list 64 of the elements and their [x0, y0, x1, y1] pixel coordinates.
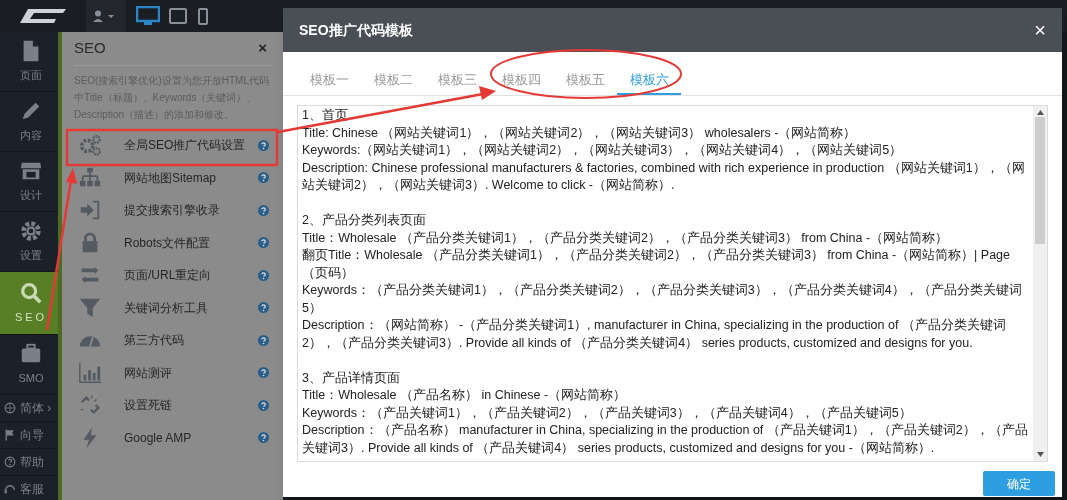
menu-item[interactable]: Robots文件配置: [74, 226, 273, 259]
menu-item[interactable]: 页面/URL重定向: [74, 259, 273, 292]
template-line: Keywords：（产品分类关键词1），（产品分类关键词2），（产品分类关键词3），（产品分类关键词4），（产品分类关键词5）: [302, 282, 1023, 317]
tab[interactable]: 模板四: [489, 67, 553, 95]
template-line: Keywords：（产品关键词1），（产品关键词2），（产品关键词3），（产品关键词4），（产品关键词5）: [302, 404, 913, 422]
help-icon: [3, 455, 17, 469]
help-icon[interactable]: [258, 237, 269, 249]
flag-icon: [3, 428, 17, 442]
tab[interactable]: 模板五: [553, 67, 617, 95]
help-icon[interactable]: [258, 204, 269, 216]
template-line: Description：（网站简称） -（产品分类关键词1）, manufacturer in China, specializing in the production of （产品分类关键词2），（产品分类关键词3）. Provide all kinds of （产品分类关键词4） series products, customized and designs for you.: [302, 317, 1007, 352]
template-line: Title: Chinese （网站关键词1），（网站关键词2），（网站关键词3） wholesalers -（网站简称）: [302, 124, 858, 142]
menu-item[interactable]: 设置死链: [74, 389, 273, 422]
scrollbar[interactable]: [1033, 106, 1047, 461]
menu-item-label: 网站地图Sitemap: [124, 169, 218, 187]
dialog-title: SEO推广代码模板: [299, 20, 413, 40]
close-button[interactable]: ×: [1034, 20, 1046, 40]
template-line: Description: Chinese professional manufacturers & factories, combined with rich experience in production （网站关键词1），（网站关键词2），（网站关键词3）. Welcome to click -（网站简称）.: [302, 159, 1026, 194]
menu-item[interactable]: 全局SEO推广代码设置: [74, 129, 273, 162]
help-icon[interactable]: [258, 399, 269, 411]
menu-item-label: 页面/URL重定向: [124, 267, 213, 285]
ok-button[interactable]: 确定: [983, 471, 1055, 496]
help-icon[interactable]: [258, 432, 269, 444]
tab[interactable]: 模板三: [425, 67, 489, 95]
help-icon[interactable]: [258, 139, 269, 151]
menu-item[interactable]: 提交搜索引擎收录: [74, 194, 273, 227]
scroll-up-icon[interactable]: [1036, 110, 1044, 115]
help-icon[interactable]: [258, 334, 269, 346]
phone-icon[interactable]: [198, 7, 208, 25]
desktop-icon[interactable]: [136, 6, 160, 26]
bar-chart-icon: [78, 360, 102, 385]
menu-item-label: Robots文件配置: [124, 234, 212, 252]
close-button[interactable]: ×: [258, 37, 267, 60]
menu-item[interactable]: 关键词分析工具: [74, 291, 273, 324]
menu-item[interactable]: Google AMP: [74, 421, 273, 454]
template-line: Description：（产品名称） manufacturer in China, specializing in the production of （产品关键词1），（产品关键词2），（产品关键词3）. Provide all kinds of （产品关键词4） series products, customized and designs for you -（网站简称）.: [302, 422, 1029, 457]
template-line: 翻页Title：Wholesale （产品分类关键词1），（产品分类关键词2），（产品分类关键词3） from China -（网站简称）| Page （页码）: [302, 247, 1011, 282]
tablet-icon[interactable]: [169, 8, 187, 24]
menu-item-label: 网站测评: [124, 364, 173, 382]
tab[interactable]: 模板二: [361, 67, 425, 95]
panel-title: SEO: [74, 38, 106, 59]
help-icon[interactable]: [258, 367, 269, 379]
menu-item-label: 设置死链: [124, 397, 173, 415]
help-icon[interactable]: [258, 269, 269, 281]
section-heading: 3、产品详情页面: [302, 369, 401, 387]
scroll-down-icon[interactable]: [1036, 452, 1044, 457]
menu-item-label: 提交搜索引擎收录: [124, 202, 221, 220]
menu-item-label: 第三方代码: [124, 332, 185, 350]
menu-item-label: 关键词分析工具: [124, 299, 209, 317]
tab[interactable]: 模板六: [617, 67, 681, 95]
menu-item-label: Google AMP: [124, 429, 193, 447]
globe-icon: [3, 401, 17, 415]
section-heading: 2、产品分类列表页面: [302, 212, 427, 229]
help-icon[interactable]: [258, 172, 269, 184]
menu-item[interactable]: 网站地图Sitemap: [74, 161, 273, 194]
menu-item-label: 全局SEO推广代码设置: [124, 137, 247, 155]
template-line: Keywords:（网站关键词1），（网站关键词2），（网站关键词3），（网站关键词4），（网站关键词5）: [302, 142, 904, 159]
menu-item[interactable]: 第三方代码: [74, 324, 273, 357]
template-line: Title：Wholesale （产品分类关键词1），（产品分类关键词2），（产品分类关键词3） from China -（网站简称）: [302, 229, 950, 247]
gear-icon: [19, 219, 43, 244]
template-line: Title：Wholesale （产品名称） in Chinese -（网站简称）: [302, 387, 628, 404]
menu-item[interactable]: 网站测评: [74, 356, 273, 389]
help-icon[interactable]: [258, 302, 269, 314]
search-icon: [19, 280, 43, 305]
